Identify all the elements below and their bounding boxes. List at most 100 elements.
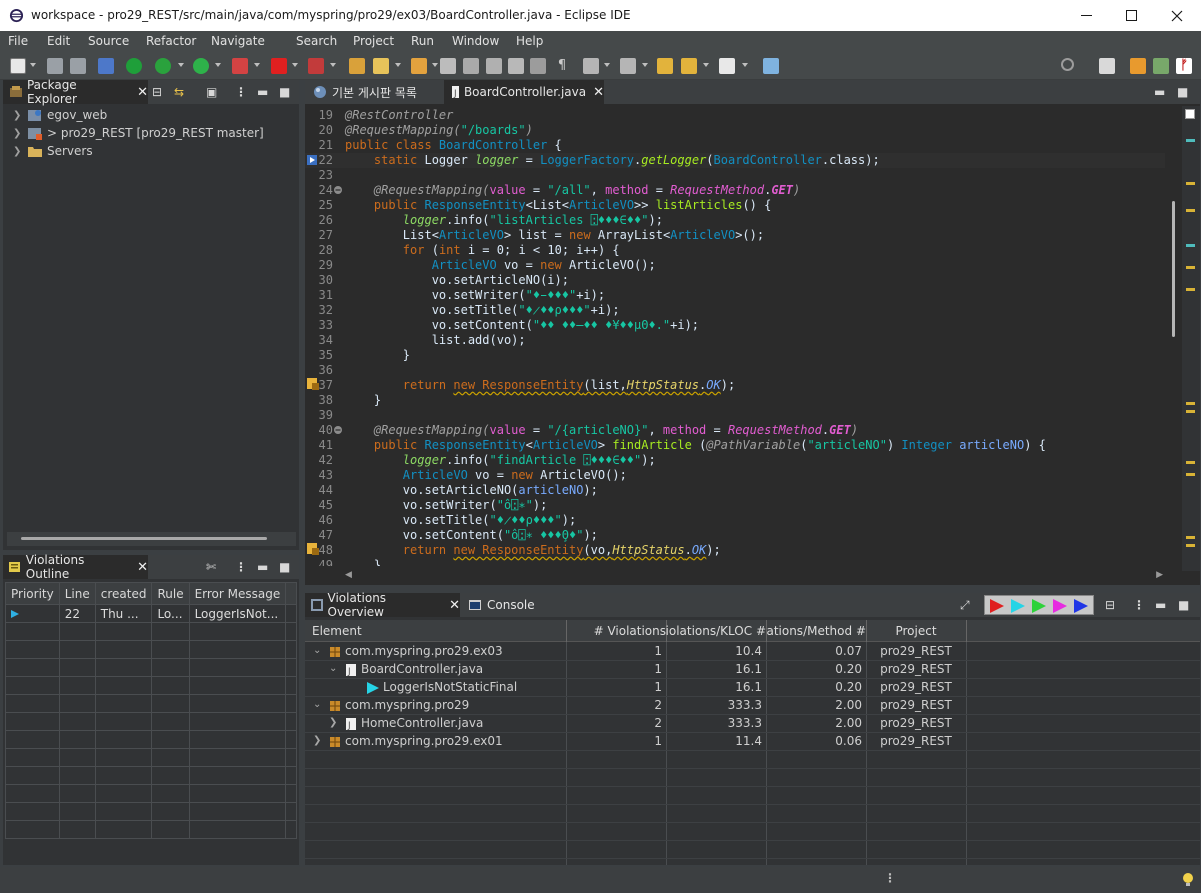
close-icon[interactable]: ✕ bbox=[449, 598, 460, 613]
folder-dropdown-icon[interactable] bbox=[432, 63, 438, 67]
vertical-scrollbar[interactable] bbox=[1167, 106, 1181, 571]
tab-violations-overview[interactable]: Violations Overview ✕ bbox=[305, 591, 460, 619]
pmd-icon[interactable] bbox=[308, 58, 324, 74]
link-editor-icon[interactable]: ⇆ bbox=[174, 85, 184, 99]
pmd-perspective-icon[interactable]: ᚠ bbox=[1176, 58, 1192, 74]
back-icon[interactable] bbox=[681, 58, 697, 74]
tab-violations-outline[interactable]: Violations Outline ✕ bbox=[3, 553, 148, 581]
tab-boardcontroller-java[interactable]: J BoardController.java ✕ bbox=[444, 80, 604, 104]
tip-lightbulb-icon[interactable] bbox=[1181, 872, 1195, 888]
forward-dropdown-icon[interactable] bbox=[742, 63, 748, 67]
column-header-violations-method[interactable]: # Violations/Method bbox=[766, 624, 866, 638]
menu-window[interactable]: Window bbox=[452, 34, 516, 48]
menu-navigate[interactable]: Navigate bbox=[211, 34, 296, 48]
debug-perspective-icon[interactable] bbox=[1153, 58, 1169, 74]
scrollbar-thumb[interactable] bbox=[21, 537, 267, 540]
external-tools-dropdown-icon[interactable] bbox=[254, 63, 260, 67]
overview-marker[interactable] bbox=[1186, 182, 1195, 185]
column-header-created[interactable]: created bbox=[94, 582, 153, 605]
maximize-view-icon[interactable]: ■ bbox=[1177, 85, 1188, 99]
word-wrap-icon[interactable] bbox=[530, 58, 546, 74]
fold-collapse-icon[interactable] bbox=[333, 425, 343, 435]
view-menu-icon[interactable]: ⋮ bbox=[235, 85, 247, 99]
priority-1-filter-icon[interactable] bbox=[988, 598, 1006, 614]
filters-icon[interactable]: ▣ bbox=[206, 85, 217, 99]
menu-run[interactable]: Run bbox=[411, 34, 452, 48]
column-header-violations[interactable]: # Violations bbox=[566, 624, 666, 638]
column-header-rule[interactable]: Rule bbox=[151, 582, 190, 605]
column-divider[interactable] bbox=[966, 620, 967, 642]
editor-horizontal-scrollbar[interactable]: ◀ ▶ bbox=[341, 569, 1167, 583]
table-row[interactable]: ❯ com.myspring.pro29.ex01 1 11.4 0.06 pro29_R… bbox=[305, 733, 1200, 751]
forward-icon[interactable] bbox=[719, 58, 735, 74]
horizontal-scrollbar[interactable] bbox=[7, 532, 296, 546]
previous-annotation-icon[interactable] bbox=[620, 58, 636, 74]
server-start-icon[interactable] bbox=[126, 58, 142, 74]
overview-marker[interactable] bbox=[1186, 410, 1195, 413]
menu-file[interactable]: File bbox=[8, 34, 47, 48]
open-perspective-icon[interactable] bbox=[1099, 58, 1115, 74]
overview-marker[interactable] bbox=[1186, 536, 1195, 539]
save-icon[interactable] bbox=[47, 58, 63, 74]
back-dropdown-icon[interactable] bbox=[703, 63, 709, 67]
minimize-button[interactable] bbox=[1063, 0, 1109, 31]
table-row[interactable]: ⌄ com.myspring.pro29.ex03 1 10.4 0.07 pro29_R… bbox=[305, 643, 1200, 661]
chevron-down-icon[interactable]: ⌄ bbox=[313, 699, 321, 710]
tab-console[interactable]: Console bbox=[462, 593, 542, 617]
menu-source[interactable]: Source bbox=[88, 34, 146, 48]
view-menu-icon[interactable]: ⋮ bbox=[1133, 598, 1145, 612]
scroll-left-icon[interactable]: ◀ bbox=[345, 570, 352, 580]
next-annotation-icon[interactable] bbox=[583, 58, 599, 74]
menu-edit[interactable]: Edit bbox=[47, 34, 88, 48]
priority-5-filter-icon[interactable] bbox=[1072, 598, 1090, 614]
column-header-violations-kloc[interactable]: # Violations/KLOC bbox=[666, 624, 766, 638]
search-icon[interactable] bbox=[1061, 58, 1074, 71]
pin-editor-icon[interactable] bbox=[763, 58, 779, 74]
next-annotation-dropdown-icon[interactable] bbox=[604, 63, 610, 67]
overview-marker[interactable] bbox=[1186, 473, 1195, 476]
overview-marker[interactable] bbox=[1186, 244, 1195, 247]
table-row[interactable]: LoggerIsNotStaticFinal 1 16.1 0.20 pro29_RES… bbox=[305, 679, 1200, 697]
column-header-element[interactable]: Element bbox=[312, 624, 362, 638]
debug-icon[interactable] bbox=[155, 58, 171, 74]
tree-item-pro29-rest[interactable]: ❯ > pro29_REST [pro29_REST master] bbox=[3, 124, 264, 142]
scroll-right-icon[interactable]: ▶ bbox=[1156, 570, 1163, 580]
breakpoint-marker-icon[interactable] bbox=[307, 154, 319, 166]
toggle-mark-icon[interactable] bbox=[463, 58, 479, 74]
chevron-right-icon[interactable]: ❯ bbox=[13, 110, 21, 121]
close-icon[interactable]: ✕ bbox=[593, 85, 604, 100]
java-ee-perspective-icon[interactable] bbox=[1130, 58, 1146, 74]
open-task-icon[interactable] bbox=[373, 58, 389, 74]
warning-marker-icon[interactable] bbox=[307, 378, 319, 390]
tab-board-list-browser[interactable]: 기본 게시판 목록 bbox=[309, 80, 444, 104]
tree-item-egov-web[interactable]: ❯ egov_web bbox=[3, 106, 107, 124]
tree-item-servers[interactable]: ❯ Servers bbox=[3, 142, 93, 160]
close-icon[interactable]: ✕ bbox=[137, 560, 148, 575]
tab-package-explorer[interactable]: Package Explorer ✕ bbox=[3, 78, 148, 106]
show-whitespace-icon[interactable]: ¶ bbox=[554, 58, 570, 74]
table-row[interactable]: ⌄ com.myspring.pro29 2 333.3 2.00 pro29_REST bbox=[305, 697, 1200, 715]
chevron-down-icon[interactable]: ⌄ bbox=[313, 645, 321, 656]
maximize-view-icon[interactable]: ■ bbox=[279, 85, 290, 99]
chevron-right-icon[interactable]: ❯ bbox=[313, 735, 321, 746]
collapse-all-icon[interactable]: ⊟ bbox=[152, 85, 162, 99]
status-handle-icon[interactable]: ⋮ bbox=[884, 871, 896, 885]
remove-violation-icon[interactable]: ✄ bbox=[206, 560, 216, 574]
new-icon[interactable] bbox=[10, 58, 26, 74]
column-header-project[interactable]: Project bbox=[866, 624, 966, 638]
menu-help[interactable]: Help bbox=[516, 34, 556, 48]
minimize-view-icon[interactable]: ▬ bbox=[1154, 85, 1165, 99]
table-row[interactable]: ❯ J HomeController.java 2 333.3 2.00 pro29_RES… bbox=[305, 715, 1200, 733]
toggle-breadcrumb-icon[interactable] bbox=[486, 58, 502, 74]
overview-marker[interactable] bbox=[1186, 288, 1195, 291]
expand-icon[interactable]: ⤢ bbox=[960, 598, 970, 613]
pmd-dropdown-icon[interactable] bbox=[330, 63, 336, 67]
debug-dropdown-icon[interactable] bbox=[178, 63, 184, 67]
chevron-right-icon[interactable]: ❯ bbox=[13, 128, 21, 139]
overview-marker[interactable] bbox=[1186, 461, 1195, 464]
open-folder-icon[interactable] bbox=[411, 58, 427, 74]
table-row[interactable]: 22 Thu ... Lo... LoggerIsNot... bbox=[5, 604, 298, 623]
close-icon[interactable]: ✕ bbox=[137, 85, 148, 100]
run-dropdown-icon[interactable] bbox=[215, 63, 221, 67]
menu-search[interactable]: Search bbox=[296, 34, 353, 48]
